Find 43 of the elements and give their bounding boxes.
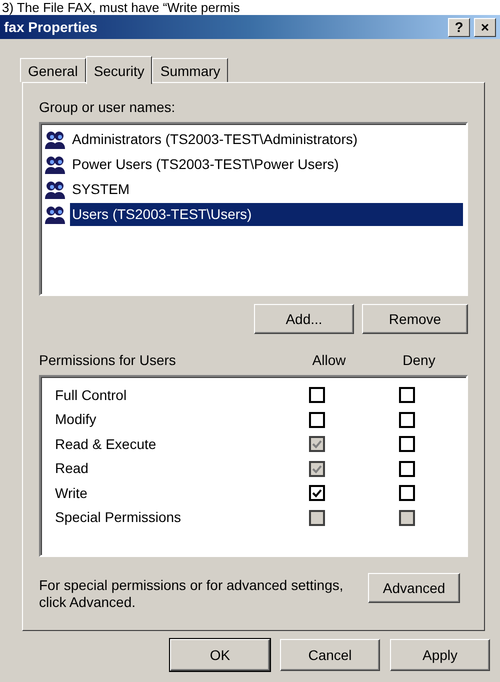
user-list-item[interactable]: Users (TS2003-TEST\Users)	[70, 203, 463, 226]
checkbox[interactable]	[399, 436, 415, 452]
window-title: fax Properties	[4, 18, 98, 37]
checkbox[interactable]	[399, 460, 415, 477]
tab[interactable]: Summary	[152, 58, 228, 82]
users-icon	[44, 204, 66, 224]
column-header: Allow	[311, 351, 347, 370]
user-list-item[interactable]: Administrators (TS2003-TEST\Administrators)	[70, 128, 360, 151]
user-list-item[interactable]: Power Users (TS2003-TEST\Power Users)	[70, 153, 341, 176]
permission-name: Full Control	[55, 386, 128, 405]
permission-name: Write	[55, 484, 88, 503]
checkbox[interactable]	[399, 387, 415, 404]
checkbox[interactable]	[309, 485, 325, 502]
advanced-hint-text: For special permissions or for advanced settings, click Advanced.	[39, 576, 344, 611]
column-header: Deny	[402, 351, 436, 370]
remove-button[interactable]: Remove	[362, 304, 468, 334]
check-mark-icon	[311, 487, 323, 500]
add-button[interactable]: Add...	[254, 304, 354, 334]
caption-text: 3) The File FAX, must have “Write permis	[1, 0, 241, 15]
group-label: Group or user names:	[39, 98, 176, 117]
check-mark-icon	[311, 462, 323, 475]
users-icon	[44, 180, 66, 200]
permission-name: Modify	[55, 410, 98, 430]
checkbox[interactable]	[309, 412, 325, 428]
advanced-button[interactable]: Advanced	[368, 573, 460, 603]
ok-button[interactable]: OK	[170, 639, 270, 671]
permissions-label: Permissions for Users	[39, 351, 177, 370]
checkbox[interactable]	[399, 485, 415, 502]
users-icon	[44, 154, 66, 174]
permission-name: Read	[55, 459, 90, 478]
users-icon	[44, 130, 66, 150]
tab[interactable]: General	[20, 58, 86, 82]
checkbox[interactable]	[399, 412, 415, 428]
permission-name: Special Permissions	[55, 508, 182, 528]
apply-button[interactable]: Apply	[390, 639, 490, 671]
tab[interactable]: Security	[86, 56, 152, 84]
checkbox[interactable]	[309, 387, 325, 404]
permission-name: Read & Execute	[55, 434, 158, 454]
check-mark-icon	[311, 438, 323, 450]
user-list-item[interactable]: SYSTEM	[70, 178, 132, 201]
close-button[interactable]: ×	[474, 18, 496, 36]
help-button[interactable]: ?	[448, 18, 470, 36]
cancel-button[interactable]: Cancel	[280, 639, 380, 671]
